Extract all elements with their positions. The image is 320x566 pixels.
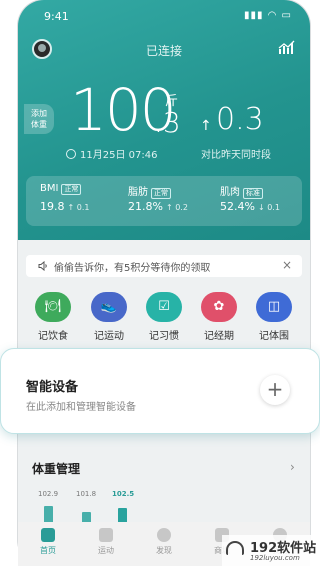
status-badge: 正常 (151, 188, 171, 199)
action-label: 记运动 (94, 331, 124, 342)
weight-decimal: .3 (154, 106, 181, 139)
add-weight-line2: 体重 (31, 120, 47, 129)
action-habit[interactable]: ☑ 记习惯 (139, 292, 189, 342)
action-label: 记经期 (204, 331, 234, 342)
weight-management-title: 体重管理 (32, 462, 81, 476)
girth-circle: ◫ (256, 292, 292, 322)
stat-value: 21.8% ↑ 0.2 (128, 200, 188, 213)
connection-status: 已连接 (145, 44, 182, 58)
action-diet[interactable]: 🍽 记饮食 (28, 292, 78, 342)
status-badge: 标准 (243, 188, 263, 199)
stat-name: 脂肪 (128, 187, 148, 198)
exercise-circle: 👟 (91, 292, 127, 322)
delta-note: 对比昨天同时段 (201, 150, 271, 161)
add-weight-line1: 添加 (31, 109, 47, 118)
tab-label: 发现 (156, 546, 172, 555)
status-badge: 正常 (61, 184, 82, 195)
status-icons: ▮▮▮ ◠ ▭ (243, 10, 292, 21)
smart-device-title: 智能设备 (26, 380, 79, 395)
status-bar: 9:41 ▮▮▮ ◠ ▭ (18, 10, 310, 26)
router-logo-icon (226, 541, 244, 555)
close-icon[interactable]: × (282, 258, 292, 272)
status-time: 9:41 (44, 10, 69, 23)
bar-label: 102.5 (112, 490, 135, 498)
tab-label: 首页 (40, 546, 56, 555)
stat-muscle: 肌肉 标准 52.4% ↓ 0.1 (220, 183, 280, 213)
summary-header: 9:41 ▮▮▮ ◠ ▭ 已连接 添加 体重 100 斤 .3 11月25日 0… (18, 0, 310, 240)
tab-discover[interactable]: 发现 (144, 528, 184, 556)
bar-label: 102.9 (38, 490, 59, 498)
action-label: 记饮食 (38, 331, 68, 342)
body-stats-card[interactable]: BMI 正常 19.8 ↑ 0.1 脂肪 正常 21.8% ↑ 0.2 肌肉 标准 52.… (26, 176, 302, 226)
quick-actions: 🍽 记饮食 👟 记运动 ☑ 记习惯 ✿ 记经期 ◫ 记体围 (18, 292, 310, 342)
stat-change: ↑ 0.2 (165, 203, 188, 212)
stat-change: ↓ 0.1 (257, 203, 280, 212)
period-circle: ✿ (201, 292, 237, 322)
tab-sport[interactable]: 运动 (86, 528, 126, 556)
phone-frame: 9:41 ▮▮▮ ◠ ▭ 已连接 添加 体重 100 斤 .3 11月25日 0… (18, 0, 310, 566)
bar-label: 101.8 (76, 490, 97, 498)
measure-datetime: 11月25日 07:46 (80, 150, 158, 161)
home-icon (41, 528, 55, 542)
weight-bar[interactable] (118, 508, 127, 523)
action-period[interactable]: ✿ 记经期 (194, 292, 244, 342)
action-label: 记习惯 (149, 331, 179, 342)
weight-delta: 0.3 (200, 104, 264, 136)
flower-icon: ✿ (213, 299, 225, 314)
stat-name: 肌肉 (220, 187, 240, 198)
action-label: 记体围 (259, 331, 289, 342)
stat-name: BMI (40, 183, 59, 194)
habit-circle: ☑ (146, 292, 182, 322)
action-exercise[interactable]: 👟 记运动 (84, 292, 134, 342)
stat-number: 21.8% (128, 200, 163, 213)
shoe-icon: 👟 (100, 299, 118, 314)
measure-icon: ◫ (267, 299, 281, 314)
stat-fat: 脂肪 正常 21.8% ↑ 0.2 (128, 183, 188, 213)
compass-icon (157, 528, 171, 542)
stat-bmi: BMI 正常 19.8 ↑ 0.1 (40, 183, 89, 213)
weight-bar[interactable] (44, 505, 53, 523)
measure-time: 11月25日 07:46 (66, 146, 157, 161)
sport-icon (99, 528, 113, 542)
add-weight-button[interactable]: 添加 体重 (24, 104, 54, 134)
diet-circle: 🍽 (35, 292, 71, 322)
watermark: 192软件站 192luyou.com (222, 535, 320, 566)
stat-number: 52.4% (220, 200, 255, 213)
trend-chart-icon[interactable] (278, 40, 296, 56)
watermark-url: 192luyou.com (250, 554, 300, 562)
chevron-right-icon[interactable]: › (290, 460, 295, 474)
stat-number: 19.8 (40, 200, 65, 213)
stat-value: 19.8 ↑ 0.1 (40, 200, 89, 213)
smart-device-subtitle: 在此添加和管理智能设备 (26, 402, 136, 413)
action-girth[interactable]: ◫ 记体围 (249, 292, 299, 342)
dish-icon: 🍽 (44, 299, 62, 314)
stat-change: ↑ 0.1 (67, 203, 90, 212)
checkbox-icon: ☑ (158, 299, 170, 314)
clock-icon (66, 149, 76, 159)
notice-text: 偷偷告诉你，有5积分等待你的领取 (54, 263, 211, 274)
tab-home[interactable]: 首页 (28, 528, 68, 556)
speaker-icon (38, 261, 47, 271)
tab-label: 运动 (98, 546, 114, 555)
add-device-button[interactable]: + (260, 375, 290, 405)
stat-value: 52.4% ↓ 0.1 (220, 200, 280, 213)
weight-trend-chart[interactable]: 102.9 101.8 102.5 (0, 485, 320, 525)
points-notice[interactable]: 偷偷告诉你，有5积分等待你的领取 × (26, 255, 302, 277)
weight-delta-value: 0.3 (216, 102, 264, 137)
